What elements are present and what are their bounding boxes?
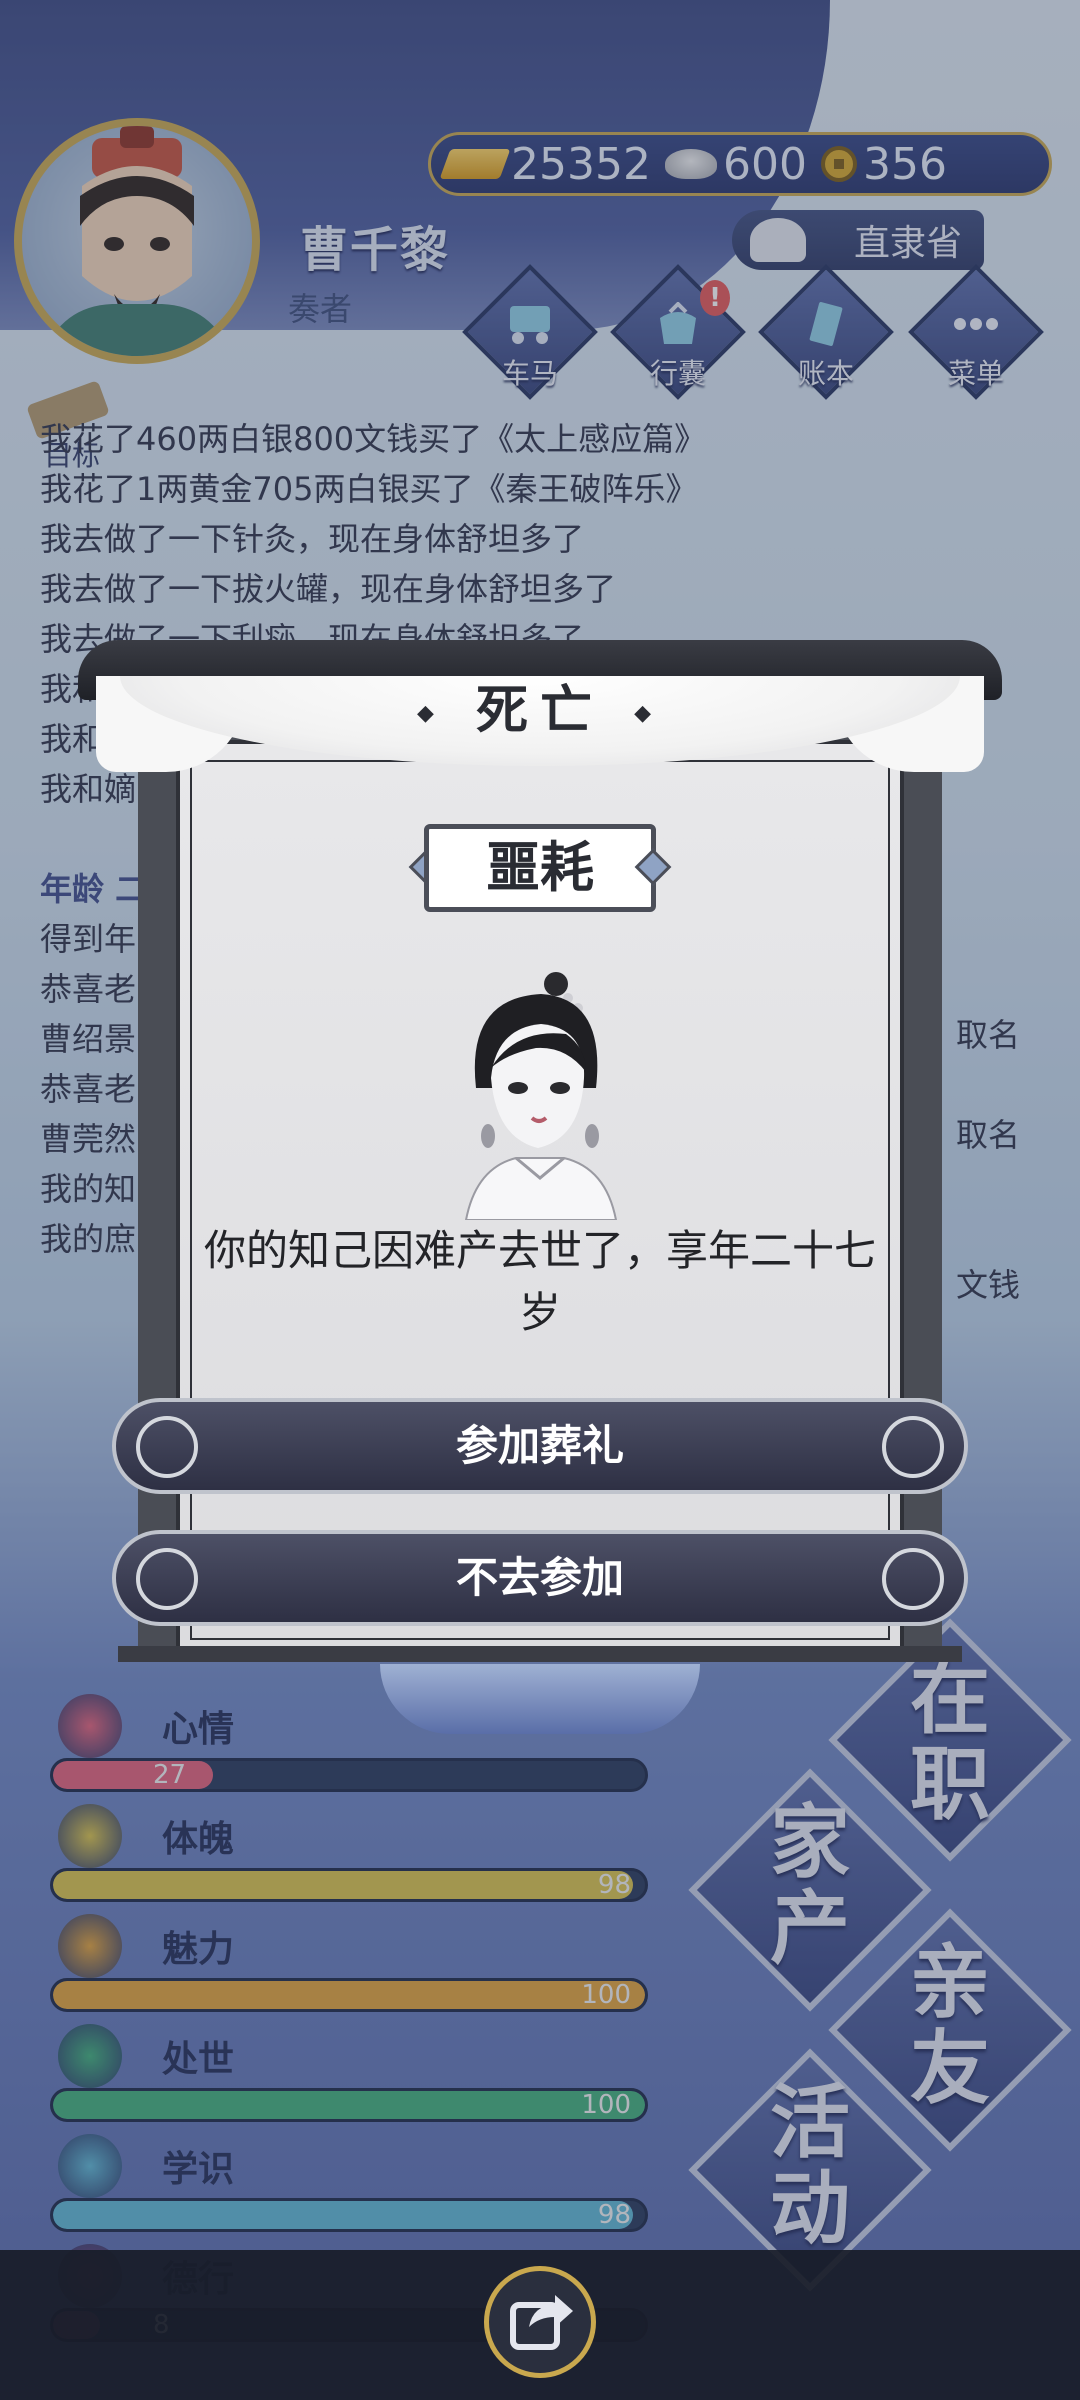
decline-funeral-button[interactable]: 不去参加 [112,1530,968,1626]
decline-funeral-label: 不去参加 [455,1553,624,1602]
swirl-ornament-icon [136,1416,198,1478]
death-message: 你的知己因难产去世了，享年二十七岁 [203,1226,876,1337]
title-dot-left: ◆ [416,701,446,726]
share-icon [510,2295,573,2350]
swirl-ornament-icon [882,1548,944,1610]
dialog-header: ◆ 死亡 ◆ [340,676,740,746]
title-dot-right: ◆ [634,701,664,726]
attend-funeral-label: 参加葬礼 [455,1421,624,1470]
attend-funeral-button[interactable]: 参加葬礼 [112,1398,968,1494]
swirl-ornament-icon [136,1548,198,1610]
dialog-header-text: 死亡 [475,681,604,741]
woman-portrait-icon [464,972,618,1220]
swirl-ornament-icon [882,1416,944,1478]
dialog-base [118,1646,962,1662]
news-badge: 噩耗 [424,824,656,912]
dialog-ornament [380,1664,700,1734]
share-button[interactable] [484,2266,596,2378]
